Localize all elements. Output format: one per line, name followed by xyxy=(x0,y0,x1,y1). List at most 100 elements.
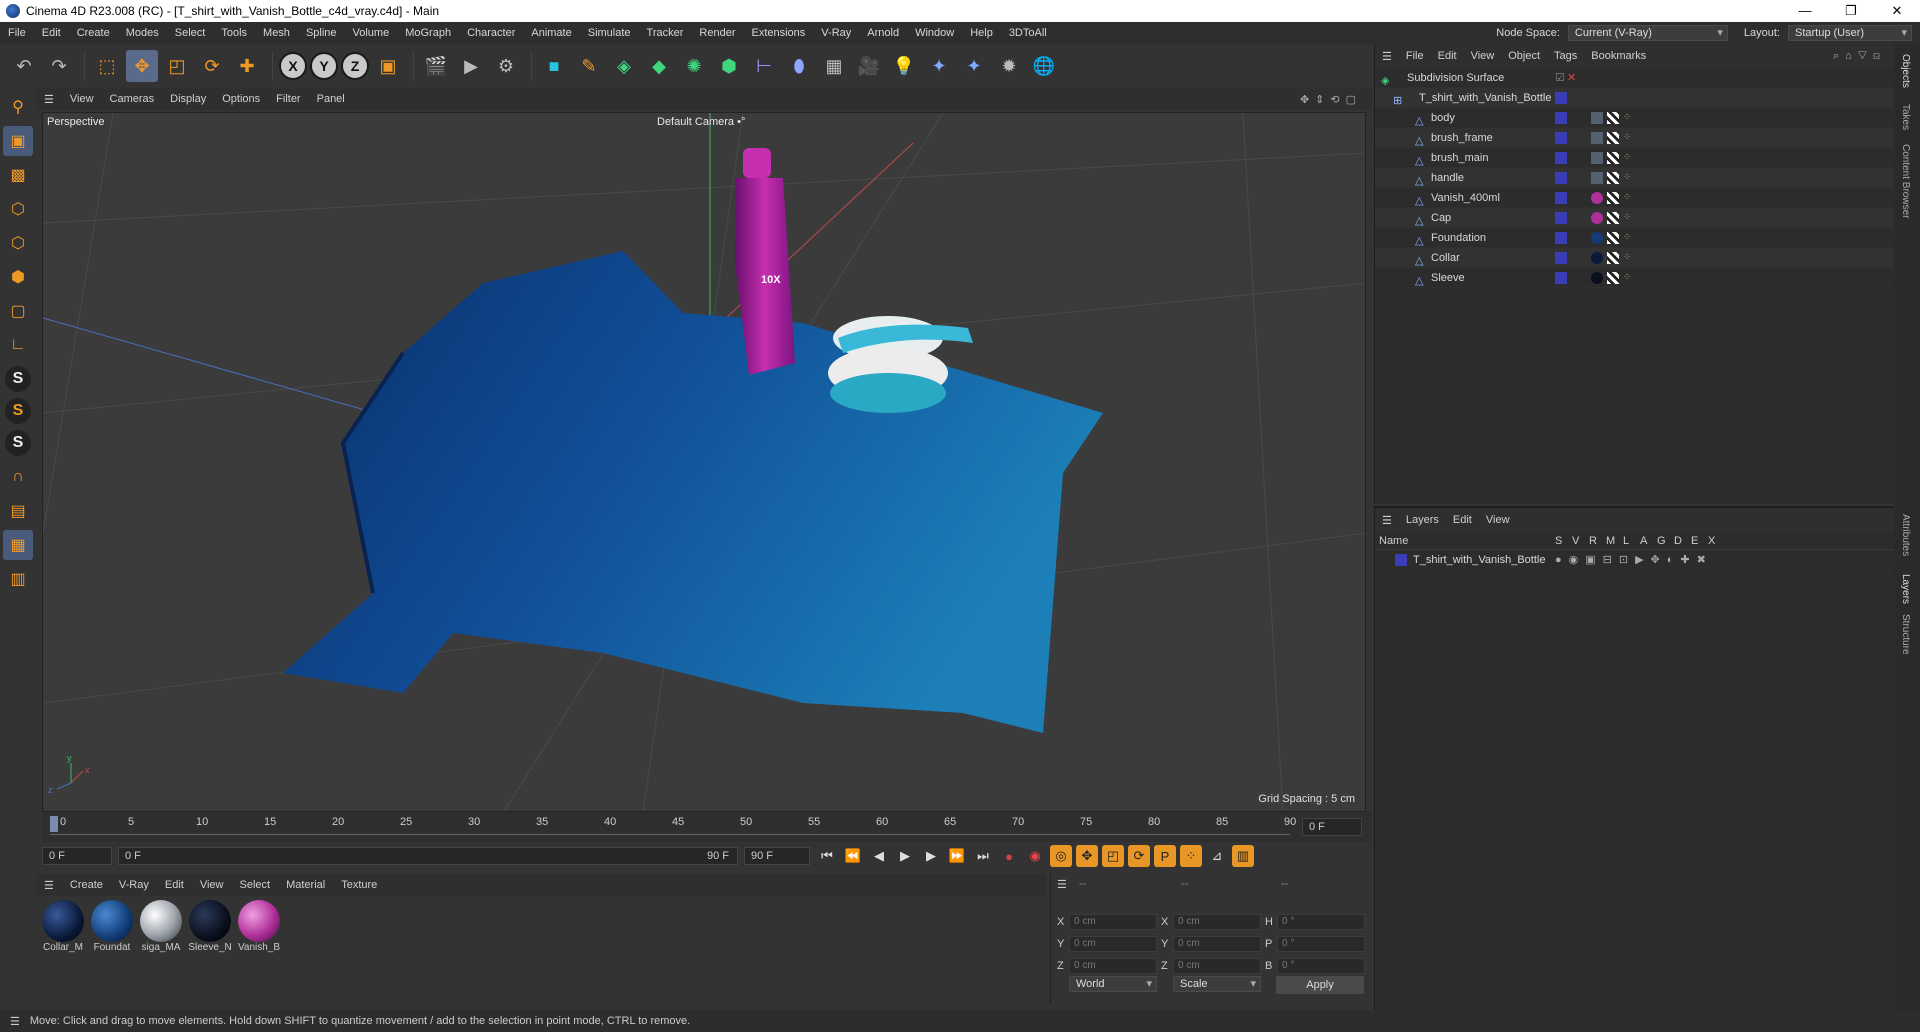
previous-key-icon[interactable]: ⏪ xyxy=(842,845,864,867)
phong-tag-icon[interactable]: ⁘ xyxy=(1623,152,1635,164)
pos-z-field[interactable]: 0 cm xyxy=(1069,958,1157,974)
object-row-group[interactable]: ⊞ T_shirt_with_Vanish_Bottle xyxy=(1375,88,1894,108)
menu-arnold[interactable]: Arnold xyxy=(859,22,907,44)
key-scale-icon[interactable]: ◰ xyxy=(1102,845,1124,867)
material-tag-icon[interactable] xyxy=(1591,232,1603,244)
volume-icon[interactable]: ⬢ xyxy=(713,50,745,82)
current-frame-field[interactable]: 0 F xyxy=(1302,818,1362,836)
pos-x-field[interactable]: 0 cm xyxy=(1069,914,1157,930)
rotate-icon[interactable]: ⟳ xyxy=(196,50,228,82)
object-row-body[interactable]: △ body ⁘ xyxy=(1375,108,1894,128)
menu-tools[interactable]: Tools xyxy=(213,22,255,44)
vray-settings-icon[interactable]: ✹ xyxy=(993,50,1025,82)
material-menu-vray[interactable]: V-Ray xyxy=(111,879,157,891)
timeline-icon[interactable]: ▥ xyxy=(1232,845,1254,867)
material-tag-icon[interactable] xyxy=(1591,172,1603,184)
apply-button[interactable]: Apply xyxy=(1276,976,1364,994)
material-tag-icon[interactable] xyxy=(1591,212,1603,224)
rot-h-field[interactable]: 0 ° xyxy=(1277,914,1365,930)
undo-icon[interactable]: ↶ xyxy=(8,50,40,82)
light-icon[interactable]: 💡 xyxy=(888,50,920,82)
mograph-cloner-icon[interactable]: ✺ xyxy=(678,50,710,82)
layer-color-swatch[interactable] xyxy=(1555,232,1567,244)
key-position-icon[interactable]: ✥ xyxy=(1076,845,1098,867)
vray-globe-icon[interactable]: 🌐 xyxy=(1028,50,1060,82)
uvw-tag-icon[interactable] xyxy=(1607,172,1619,184)
live-select-icon[interactable]: ⬚ xyxy=(91,50,123,82)
size-z-field[interactable]: 0 cm xyxy=(1173,958,1261,974)
object-row-handle[interactable]: △ handle ⁘ xyxy=(1375,168,1894,188)
layer-color-swatch[interactable] xyxy=(1555,112,1567,124)
start-frame-field[interactable]: 0 F xyxy=(42,847,112,865)
uvw-tag-icon[interactable] xyxy=(1607,252,1619,264)
uvw-tag-icon[interactable] xyxy=(1607,112,1619,124)
tab-structure[interactable]: Structure xyxy=(1900,614,1911,655)
uv-mode-icon[interactable]: ▢ xyxy=(3,296,33,326)
menu-file[interactable]: File xyxy=(0,22,34,44)
points-mode-icon[interactable]: ⬡ xyxy=(3,194,33,224)
make-editable-icon[interactable]: ⚲ xyxy=(3,92,33,122)
close-button[interactable]: ✕ xyxy=(1874,0,1920,22)
field-icon[interactable]: ⬮ xyxy=(783,50,815,82)
timeline-playhead[interactable] xyxy=(50,816,58,832)
object-row-brush-frame[interactable]: △ brush_frame ⁘ xyxy=(1375,128,1894,148)
coord-world-dropdown[interactable]: World xyxy=(1069,976,1157,992)
node-space-dropdown[interactable]: Current (V-Ray) xyxy=(1567,25,1728,41)
layer-color-swatch[interactable] xyxy=(1555,132,1567,144)
disabled-x-icon[interactable]: ✕ xyxy=(1567,68,1576,88)
viewport-menu-filter[interactable]: Filter xyxy=(268,93,308,105)
phong-tag-icon[interactable]: ⁘ xyxy=(1623,272,1635,284)
material-menu-create[interactable]: Create xyxy=(62,879,111,891)
layer-color-swatch[interactable] xyxy=(1555,172,1567,184)
subdivision-icon[interactable]: ◈ xyxy=(608,50,640,82)
menu-3dtoall[interactable]: 3DToAll xyxy=(1001,22,1055,44)
axis-mode-icon[interactable]: ∟ xyxy=(3,330,33,360)
grid-icon[interactable]: ▦ xyxy=(3,530,33,560)
phong-tag-icon[interactable]: ⁘ xyxy=(1623,192,1635,204)
material-menu-texture[interactable]: Texture xyxy=(333,879,385,891)
layer-row[interactable]: T_shirt_with_Vanish_Bottle ●◉▣⊟⊡▶✥◐✚✖ xyxy=(1375,550,1894,570)
extrude-icon[interactable]: ◆ xyxy=(643,50,675,82)
uvw-tag-icon[interactable] xyxy=(1607,132,1619,144)
phong-tag-icon[interactable]: ⁘ xyxy=(1623,132,1635,144)
phong-tag-icon[interactable]: ⁘ xyxy=(1623,112,1635,124)
camera-icon[interactable]: 🎥 xyxy=(853,50,885,82)
material-menu-select[interactable]: Select xyxy=(232,879,279,891)
objects-menu-object[interactable]: Object xyxy=(1501,50,1547,62)
hamburger-icon[interactable]: ☰ xyxy=(0,1015,30,1028)
coord-scale-dropdown[interactable]: Scale xyxy=(1173,976,1261,992)
move-icon[interactable]: ✥ xyxy=(126,50,158,82)
cube-icon[interactable]: ■ xyxy=(538,50,570,82)
menu-tracker[interactable]: Tracker xyxy=(639,22,692,44)
objects-menu-bookmarks[interactable]: Bookmarks xyxy=(1584,50,1653,62)
go-to-start-icon[interactable]: ⏮ xyxy=(816,845,838,867)
transform-icon[interactable]: ✚ xyxy=(231,50,263,82)
menu-mograph[interactable]: MoGraph xyxy=(397,22,459,44)
tab-attributes[interactable]: Attributes xyxy=(1900,514,1911,556)
go-to-end-icon[interactable]: ⏭ xyxy=(972,845,994,867)
object-row-foundation[interactable]: △ Foundation ⁘ xyxy=(1375,228,1894,248)
key-rotation-icon[interactable]: ⟳ xyxy=(1128,845,1150,867)
rot-p-field[interactable]: 0 ° xyxy=(1277,936,1365,952)
menu-create[interactable]: Create xyxy=(69,22,118,44)
material-menu-material[interactable]: Material xyxy=(278,879,333,891)
menu-render[interactable]: Render xyxy=(691,22,743,44)
hamburger-icon[interactable]: ☰ xyxy=(1057,878,1067,891)
hamburger-icon[interactable]: ☰ xyxy=(36,879,62,892)
key-parameter-icon[interactable]: P xyxy=(1154,845,1176,867)
layers-menu-edit[interactable]: Edit xyxy=(1446,514,1479,526)
rot-b-field[interactable]: 0 ° xyxy=(1277,958,1365,974)
floor-icon[interactable]: ▦ xyxy=(818,50,850,82)
material-foundation[interactable]: Foundat xyxy=(89,900,135,992)
menu-modes[interactable]: Modes xyxy=(118,22,167,44)
object-search-filter-icons[interactable]: ⌕⌂▽⊡ xyxy=(1833,50,1886,63)
menu-spline[interactable]: Spline xyxy=(298,22,345,44)
autokey-icon[interactable]: ◉ xyxy=(1024,845,1046,867)
viewport-menu-view[interactable]: View xyxy=(62,93,102,105)
record-icon[interactable]: ● xyxy=(998,845,1020,867)
polygons-mode-icon[interactable]: ⬢ xyxy=(3,262,33,292)
menu-select[interactable]: Select xyxy=(167,22,214,44)
object-row-brush-main[interactable]: △ brush_main ⁘ xyxy=(1375,148,1894,168)
size-y-field[interactable]: 0 cm xyxy=(1173,936,1261,952)
pos-y-field[interactable]: 0 cm xyxy=(1069,936,1157,952)
